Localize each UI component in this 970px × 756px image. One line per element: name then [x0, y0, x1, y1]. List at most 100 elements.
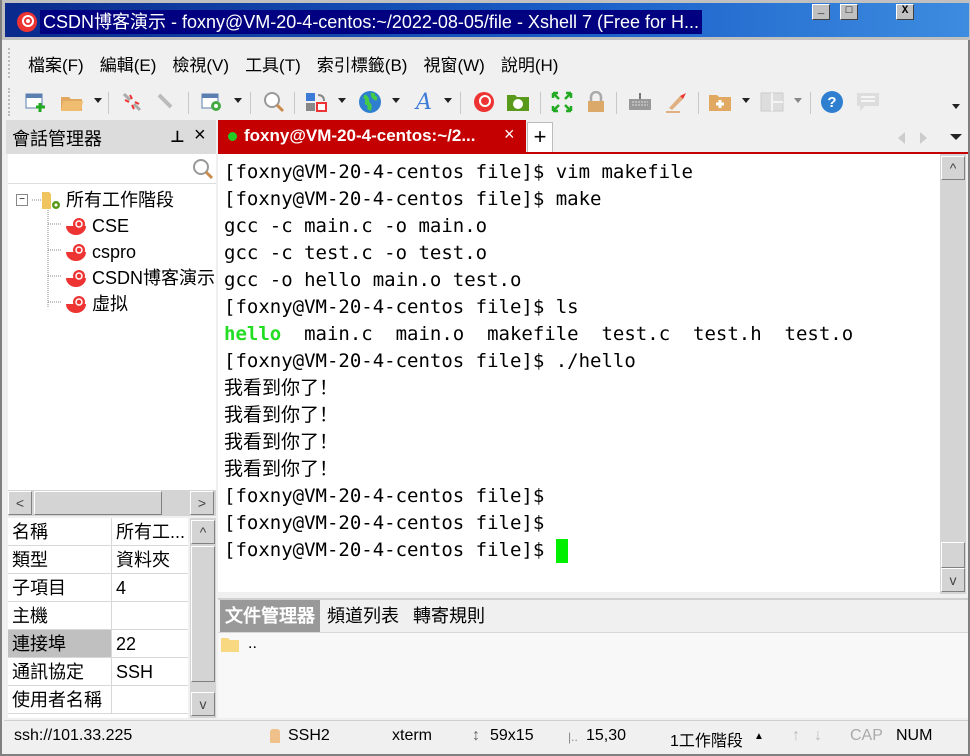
- tree-item-session[interactable]: CSDN博客演示: [64, 266, 215, 290]
- transfer-dropdown-icon[interactable]: [338, 98, 346, 103]
- session-search-input[interactable]: [8, 154, 216, 184]
- session-manager-header: 會話管理器 ⊥ ×: [6, 120, 216, 154]
- new-folder-icon[interactable]: [708, 90, 732, 114]
- sessions-up-icon[interactable]: ▲: [754, 731, 764, 742]
- terminal-vertical-scrollbar[interactable]: ^ v: [940, 154, 966, 594]
- pin-icon[interactable]: ⊥: [170, 127, 185, 147]
- transfer-icon[interactable]: [304, 90, 328, 114]
- status-sessions[interactable]: 1工作階段: [670, 727, 743, 751]
- arrow-up-icon: ↑: [792, 727, 800, 744]
- session-properties-icon[interactable]: [200, 90, 224, 114]
- help-icon[interactable]: ?: [820, 90, 844, 114]
- scroll-up-button[interactable]: ^: [191, 520, 215, 544]
- menu-file[interactable]: 檔案(F): [28, 51, 84, 76]
- scroll-thumb[interactable]: [34, 491, 162, 515]
- toolbar-overflow-icon[interactable]: [952, 104, 960, 109]
- folder-dropdown-icon[interactable]: [742, 98, 750, 103]
- tree-item-session[interactable]: CSE: [64, 214, 129, 238]
- arrow-down-icon: ↓: [814, 727, 822, 744]
- menu-window[interactable]: 視窗(W): [423, 51, 484, 76]
- menu-tabs[interactable]: 索引標籤(B): [317, 51, 408, 76]
- property-row[interactable]: 主機: [8, 602, 188, 630]
- find-icon[interactable]: [262, 90, 286, 114]
- scroll-right-button[interactable]: >: [190, 491, 214, 515]
- property-row[interactable]: 子項目 4: [8, 574, 188, 602]
- terminal-line: 我看到你了！: [224, 431, 339, 453]
- svg-text:?: ?: [827, 94, 836, 111]
- tab-list-dropdown-icon[interactable]: [950, 134, 962, 140]
- disconnect-icon[interactable]: [120, 90, 144, 114]
- tab-scroll-right-icon[interactable]: [920, 132, 927, 144]
- session-manager-close-icon[interactable]: ×: [194, 124, 206, 147]
- maximize-button[interactable]: □: [840, 4, 858, 20]
- terminal-line: hello main.c main.o makefile test.c test…: [224, 323, 854, 345]
- menu-edit[interactable]: 編輯(E): [100, 51, 157, 76]
- tab-close-icon[interactable]: ×: [504, 124, 515, 145]
- scroll-up-button[interactable]: ^: [941, 156, 965, 180]
- folder-settings-icon: [42, 192, 60, 209]
- highlight-icon[interactable]: [664, 90, 688, 114]
- terminal-line: [foxny@VM-20-4-centos file]$ vim makefil…: [224, 161, 693, 183]
- font-icon[interactable]: A: [412, 90, 436, 115]
- tree-root-all-sessions[interactable]: 所有工作階段: [40, 188, 174, 212]
- status-terminal-type: xterm: [392, 727, 432, 744]
- scroll-down-button[interactable]: v: [191, 692, 215, 716]
- open-folder-icon[interactable]: [60, 90, 84, 114]
- terminal-line: gcc -c main.c -o main.o: [224, 215, 488, 237]
- terminal-line: [foxny@VM-20-4-centos file]$: [224, 485, 545, 507]
- tab-channel-list[interactable]: 頻道列表: [322, 600, 404, 632]
- xftp-icon[interactable]: [506, 90, 530, 114]
- terminal-output[interactable]: [foxny@VM-20-4-centos file]$ vim makefil…: [218, 154, 940, 592]
- lock-icon[interactable]: [584, 90, 608, 114]
- tree-collapse-toggle[interactable]: −: [16, 194, 28, 206]
- chat-icon[interactable]: [856, 90, 880, 114]
- tab-file-manager[interactable]: 文件管理器: [220, 600, 320, 632]
- new-tab-button[interactable]: +: [527, 122, 553, 152]
- font-dropdown-icon[interactable]: [444, 98, 452, 103]
- layout-icon[interactable]: [760, 90, 784, 114]
- menu-tools[interactable]: 工具(T): [245, 51, 301, 76]
- title-bar: CSDN博客演示 - foxny@VM-20-4-centos:~/2022-0…: [2, 0, 970, 40]
- scroll-thumb[interactable]: [191, 546, 215, 682]
- terminal-line: [foxny@VM-20-4-centos file]$: [224, 512, 545, 534]
- close-button[interactable]: X: [896, 4, 914, 20]
- properties-dropdown-icon[interactable]: [234, 98, 242, 103]
- xshell-icon[interactable]: [472, 90, 496, 114]
- menu-help[interactable]: 說明(H): [501, 51, 559, 76]
- tree-item-session[interactable]: cspro: [64, 240, 136, 264]
- session-manager-title: 會話管理器: [12, 129, 102, 149]
- properties-vertical-scrollbar[interactable]: ^ v: [190, 518, 216, 718]
- scroll-left-button[interactable]: <: [8, 491, 32, 515]
- status-bar: ssh://101.33.225 SSH2 xterm ↕ 59x15 |.. …: [4, 720, 968, 754]
- property-row[interactable]: 名稱 所有工...: [8, 518, 188, 546]
- tab-forwarding-rules[interactable]: 轉寄規則: [408, 600, 490, 632]
- file-list-item[interactable]: ..: [220, 635, 257, 653]
- reconnect-icon[interactable]: [154, 90, 178, 114]
- open-dropdown-icon[interactable]: [94, 98, 102, 103]
- tab-scroll-left-icon[interactable]: [898, 132, 905, 144]
- keyboard-icon[interactable]: [628, 90, 652, 114]
- property-row[interactable]: 連接埠 22: [8, 630, 188, 658]
- terminal-size-icon: ↕: [472, 727, 480, 744]
- globe-icon[interactable]: [358, 90, 382, 114]
- session-icon: [66, 296, 86, 313]
- status-caps-lock: CAP: [850, 727, 883, 744]
- scroll-thumb[interactable]: [941, 542, 965, 568]
- status-num-lock: NUM: [896, 727, 933, 744]
- property-row[interactable]: 通訊協定 SSH: [8, 658, 188, 686]
- layout-dropdown-icon[interactable]: [794, 98, 802, 103]
- xshell-logo-icon: [17, 12, 37, 32]
- menu-view[interactable]: 檢視(V): [172, 51, 229, 76]
- search-icon[interactable]: [192, 158, 214, 180]
- property-row[interactable]: 使用者名稱: [8, 686, 188, 714]
- property-row[interactable]: 類型 資料夾: [8, 546, 188, 574]
- minimize-button[interactable]: _: [812, 4, 830, 20]
- scroll-down-button[interactable]: v: [941, 568, 965, 592]
- window-title: CSDN博客演示 - foxny@VM-20-4-centos:~/2022-0…: [40, 10, 702, 34]
- fullscreen-icon[interactable]: [550, 90, 574, 114]
- tab-active-session[interactable]: foxny@VM-20-4-centos:~/2... ×: [218, 120, 526, 152]
- new-session-icon[interactable]: [24, 90, 48, 114]
- tree-item-session[interactable]: 虛拟: [64, 292, 128, 316]
- globe-dropdown-icon[interactable]: [392, 98, 400, 103]
- tree-horizontal-scrollbar[interactable]: < >: [8, 490, 216, 516]
